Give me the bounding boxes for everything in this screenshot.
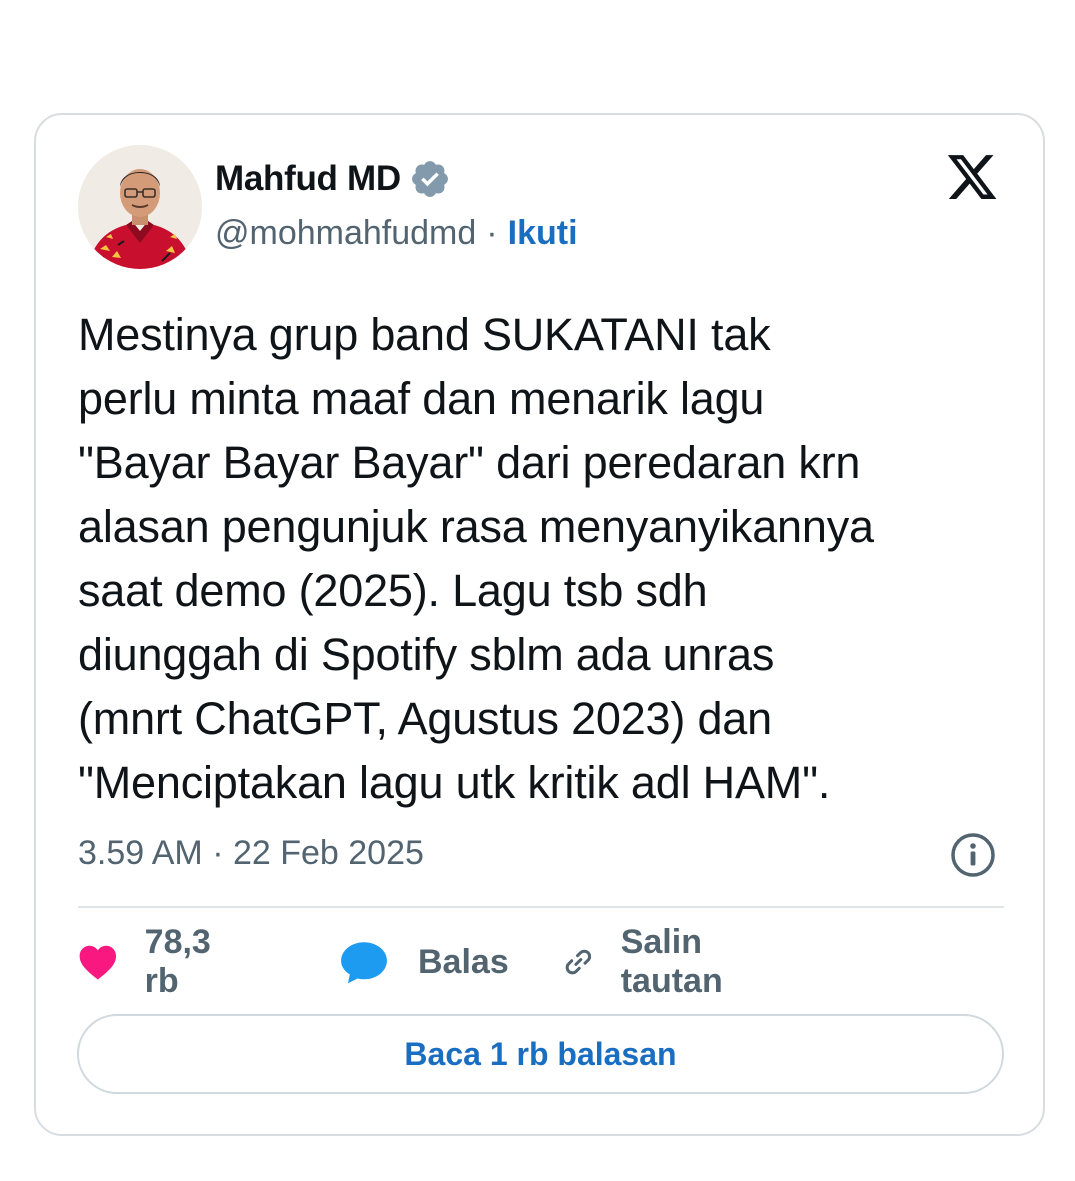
reply-button[interactable]: Balas — [339, 935, 509, 989]
author-name[interactable]: Mahfud MD — [215, 159, 401, 199]
author-handle[interactable]: @mohmahfudmd — [215, 214, 476, 253]
verified-badge-icon — [411, 161, 448, 197]
like-button[interactable]: 78,3 rb — [78, 923, 225, 1000]
heart-icon — [79, 945, 117, 980]
info-icon[interactable] — [949, 831, 997, 879]
reply-label: Balas — [418, 942, 509, 981]
tweet-timestamp[interactable]: 3.59 AM · 22 Feb 2025 — [78, 832, 424, 874]
tweet-text: Mestinya grup band SUKATANI tak perlu mi… — [78, 309, 874, 808]
separator-dot: · — [486, 213, 498, 252]
author-handle-row: @mohmahfudmd · Ikuti — [215, 212, 578, 254]
copy-link-label: Salin tautan — [620, 923, 723, 1000]
avatar[interactable] — [78, 145, 202, 269]
divider — [78, 906, 1004, 908]
avatar-photo — [78, 145, 202, 269]
reply-bubble-icon — [341, 942, 387, 984]
follow-button[interactable]: Ikuti — [508, 214, 578, 253]
link-icon — [565, 949, 592, 975]
author-name-row: Mahfud MD — [215, 158, 451, 200]
likes-count: 78,3 rb — [144, 923, 211, 1000]
copy-link-button[interactable]: Salin tautan — [562, 923, 742, 1000]
x-logo-icon[interactable] — [944, 150, 1000, 204]
read-replies-button[interactable]: Baca 1 rb balasan — [77, 1014, 1004, 1094]
